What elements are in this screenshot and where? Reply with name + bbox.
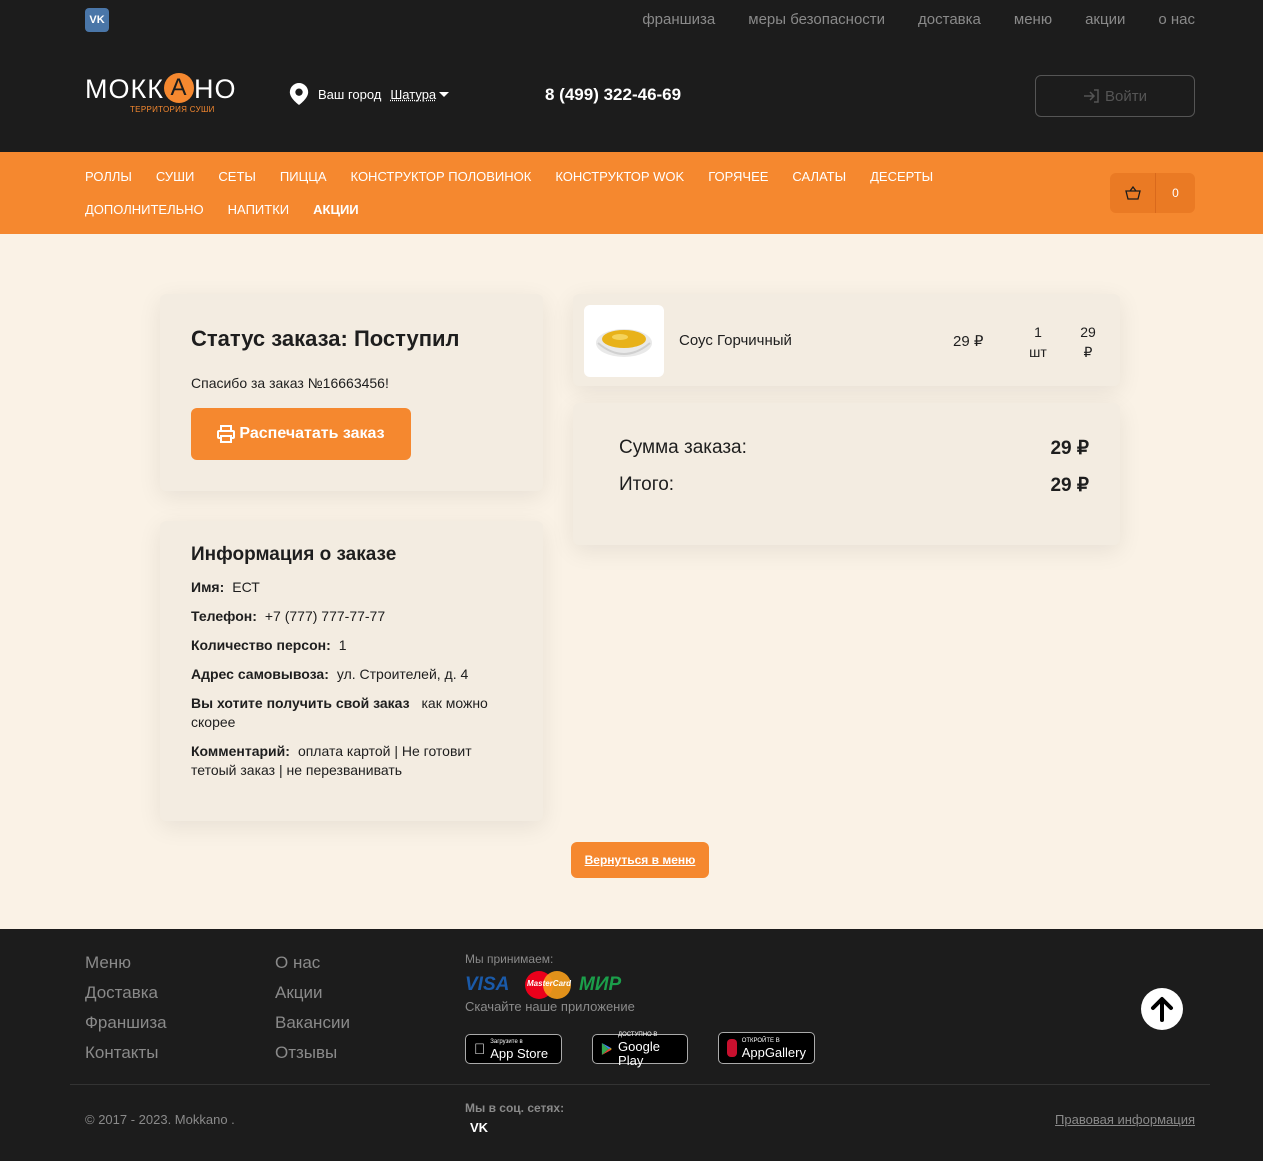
footer-link-delivery[interactable]: Доставка: [85, 983, 167, 1003]
sign-in-icon: [1084, 89, 1099, 103]
mastercard-logo: MasterCard: [525, 971, 571, 999]
info-row-persons: Количество персон: 1: [191, 637, 347, 653]
mir-logo: МИР: [579, 974, 622, 995]
city-label: Ваш город: [318, 86, 382, 102]
payment-label: Мы принимаем:: [465, 952, 554, 966]
print-order-button[interactable]: Распечатать заказ: [191, 408, 411, 460]
apple-icon: : [474, 1041, 485, 1058]
app-label: Скачайте наше приложение: [465, 999, 635, 1014]
sauce-bowl-image: [596, 329, 652, 357]
top-bar: VK франшиза меры безопасности доставка м…: [0, 0, 1263, 40]
footer-divider: [70, 1084, 1210, 1085]
order-info-list: Имя: ЕСТ Телефон: +7 (777) 777-77-77 Колич…: [191, 578, 511, 790]
cat-sushi[interactable]: СУШИ: [156, 169, 194, 184]
top-nav-franchise[interactable]: франшиза: [642, 11, 715, 28]
order-item: Соус Горчичный 29 ₽ 1 шт 29 ₽: [573, 294, 1120, 386]
chevron-down-icon: [439, 91, 450, 97]
logo[interactable]: МОКК А НО ТЕРРИТОРИЯ СУШИ: [85, 73, 247, 123]
cat-sets[interactable]: СЕТЫ: [218, 169, 256, 184]
info-row-phone: Телефон: +7 (777) 777-77-77: [191, 608, 386, 624]
header: МОКК А НО ТЕРРИТОРИЯ СУШИ Ваш город Шатура…: [0, 40, 1263, 152]
cart-button[interactable]: 0: [1110, 173, 1195, 213]
footer-link-franchise[interactable]: Франшиза: [85, 1013, 167, 1033]
scroll-to-top-button[interactable]: [1141, 988, 1183, 1030]
cat-pizza[interactable]: ПИЦЦА: [280, 169, 327, 184]
social-label: Мы в соц. сетях:: [465, 1101, 565, 1115]
payment-logos: VISA MasterCard МИР: [465, 971, 621, 999]
item-image: [584, 305, 664, 377]
location-pin-icon: [289, 83, 309, 105]
copyright: © 2017 - 2023. Mokkano .: [85, 1112, 235, 1127]
order-status-title: Статус заказа: Поступил: [191, 326, 460, 351]
top-nav-safety[interactable]: меры безопасности: [748, 11, 885, 28]
top-nav: франшиза меры безопасности доставка меню…: [642, 11, 1195, 28]
footer-link-jobs[interactable]: Вакансии: [275, 1013, 350, 1033]
footer: Меню Доставка Франшиза Контакты О нас Ак…: [0, 929, 1263, 1161]
cat-extra[interactable]: ДОПОЛНИТЕЛЬНО: [85, 202, 204, 217]
huawei-icon: [727, 1039, 737, 1057]
city-name[interactable]: Шатура: [390, 87, 436, 102]
cat-wok-builder[interactable]: КОНСТРУКТОР WOK: [555, 169, 684, 184]
appgallery-badge[interactable]: ОТКРОЙТЕ В AppGallery: [718, 1032, 815, 1064]
footer-link-contacts[interactable]: Контакты: [85, 1043, 167, 1063]
cat-rolls[interactable]: РОЛЛЫ: [85, 169, 132, 184]
order-info-card: Информация о заказе Имя: ЕСТ Телефон: +7 (…: [160, 521, 543, 821]
info-row-pickup-address: Адрес самовывоза: ул. Строителей, д. 4: [191, 666, 469, 682]
app-store-badge[interactable]:  Загрузите вApp Store: [465, 1034, 562, 1064]
phone-number[interactable]: 8 (499) 322-46-69: [545, 85, 681, 105]
cat-halves-builder[interactable]: КОНСТРУКТОР ПОЛОВИНОК: [351, 169, 532, 184]
top-nav-about[interactable]: о нас: [1158, 11, 1195, 28]
footer-link-reviews[interactable]: Отзывы: [275, 1043, 350, 1063]
info-row-time: Вы хотите получить свой заказ как можно …: [191, 695, 488, 730]
order-summary: Сумма заказа: 29 ₽ Итого: 29 ₽: [573, 403, 1120, 545]
cat-hot[interactable]: ГОРЯЧЕЕ: [708, 169, 768, 184]
basket-icon: [1124, 186, 1141, 200]
legal-info-link[interactable]: Правовая информация: [1055, 1112, 1195, 1127]
cart-count: 0: [1172, 186, 1179, 200]
order-status-card: Статус заказа: Поступил Спасибо за заказ…: [160, 294, 543, 491]
google-play-badge[interactable]: ДОСТУПНО В Google Play: [592, 1032, 688, 1068]
footer-link-menu[interactable]: Меню: [85, 953, 167, 973]
item-quantity: 1 шт: [1029, 324, 1047, 360]
info-row-name: Имя: ЕСТ: [191, 579, 260, 595]
top-nav-promos[interactable]: акции: [1085, 11, 1125, 28]
app-store-badges:  Загрузите вApp Store ДОСТУПНО ВGoogle …: [465, 1032, 815, 1068]
summary-subtotal: Сумма заказа: 29 ₽: [619, 437, 1089, 459]
cat-promos[interactable]: АКЦИИ: [313, 202, 359, 217]
order-info-title: Информация о заказе: [191, 544, 397, 565]
vk-icon[interactable]: VK: [85, 8, 109, 32]
item-name: Соус Горчичный: [679, 332, 792, 349]
google-play-icon: [601, 1042, 612, 1056]
cat-salads[interactable]: САЛАТЫ: [792, 169, 846, 184]
category-nav: РОЛЛЫ СУШИ СЕТЫ ПИЦЦА КОНСТРУКТОР ПОЛОВИ…: [0, 152, 1263, 234]
vk-icon[interactable]: VK: [470, 1120, 488, 1135]
top-nav-delivery[interactable]: доставка: [918, 11, 981, 28]
arrow-up-icon: [1151, 997, 1173, 1022]
login-button[interactable]: Войти: [1035, 75, 1195, 117]
footer-col-2: О нас Акции Вакансии Отзывы: [275, 953, 350, 1063]
order-thanks: Спасибо за заказ №16663456!: [191, 375, 389, 391]
info-row-comment: Комментарий: оплата картой | Не готовит т…: [191, 743, 472, 778]
back-to-menu-button[interactable]: Вернуться в меню: [571, 842, 709, 878]
footer-link-about[interactable]: О нас: [275, 953, 350, 973]
summary-total: Итого: 29 ₽: [619, 474, 1089, 496]
top-nav-menu[interactable]: меню: [1014, 11, 1052, 28]
printer-icon: [217, 425, 236, 443]
cat-desserts[interactable]: ДЕСЕРТЫ: [870, 169, 933, 184]
cat-drinks[interactable]: НАПИТКИ: [228, 202, 289, 217]
item-price: 29 ₽: [953, 333, 984, 350]
item-total: 29 ₽: [1080, 324, 1096, 360]
footer-col-1: Меню Доставка Франшиза Контакты: [85, 953, 167, 1063]
city-selector[interactable]: Ваш город Шатура: [289, 83, 450, 105]
visa-logo: VISA: [465, 974, 510, 995]
footer-link-promos[interactable]: Акции: [275, 983, 350, 1003]
